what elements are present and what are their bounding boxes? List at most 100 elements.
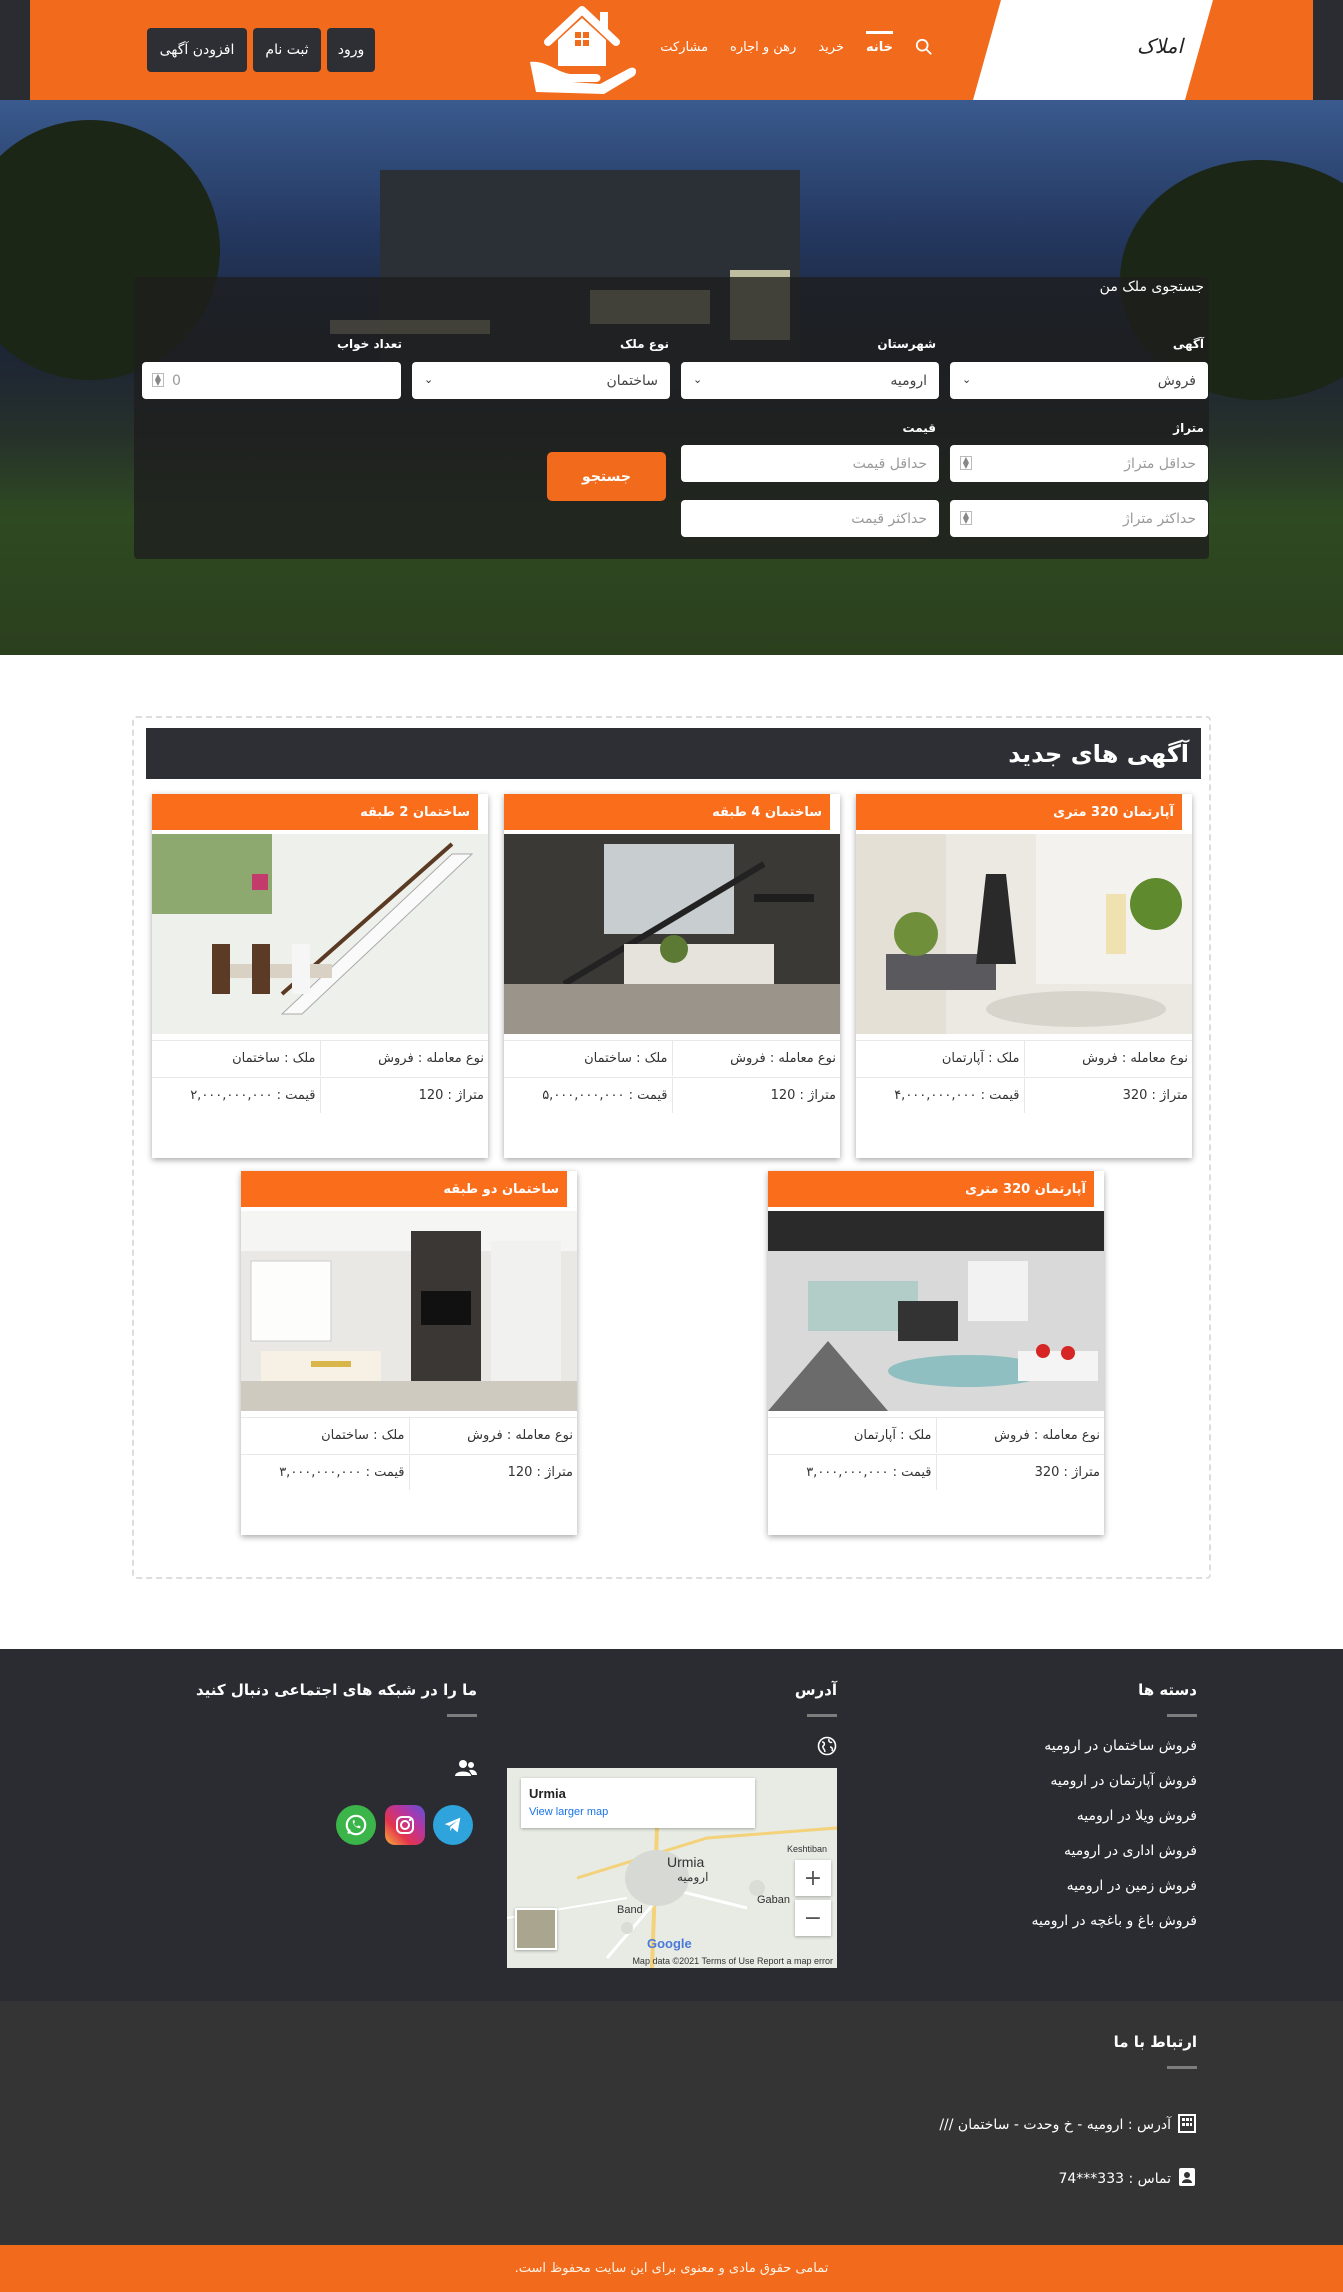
price-max-placeholder: حداکثر قیمت [851, 510, 927, 527]
listing-photo[interactable] [241, 1211, 577, 1411]
listing-photo[interactable] [768, 1211, 1104, 1411]
nav-partnership[interactable]: مشارکت [660, 40, 708, 55]
listing-title[interactable]: ساختمان 2 طبقه [152, 794, 488, 830]
satellite-toggle[interactable] [515, 1908, 557, 1950]
listing-photo[interactable] [152, 834, 488, 1034]
property-kind: ملک : آپارتمان [768, 1418, 937, 1453]
map-label-city-fa: ارومیه [677, 1870, 709, 1884]
whatsapp-icon[interactable] [336, 1805, 376, 1845]
listing-title[interactable]: آپارتمان 320 متری [768, 1171, 1104, 1207]
map-label-band: Band [617, 1904, 643, 1916]
hero-banner: جستجوی ملک من آگهی شهرستان نوع ملک تعداد… [0, 100, 1343, 655]
google-logo: Google [647, 1936, 692, 1951]
listing-photo[interactable] [504, 834, 840, 1034]
login-button[interactable]: ورود [327, 28, 375, 72]
address-text: آدرس : ارومیه - خ وحدت - ساختمان /// [939, 2117, 1171, 2133]
area: متراژ : 320 [1034, 1465, 1100, 1480]
price: قیمت : ۳,۰۰۰,۰۰۰,۰۰۰ [768, 1455, 937, 1490]
zoom-in-button[interactable]: + [795, 1860, 831, 1896]
building-icon [1177, 2113, 1197, 2137]
title-underline [807, 1714, 837, 1717]
area: متراژ : 320 [1122, 1088, 1188, 1103]
location-map[interactable]: Urmia View larger map Urmia ارومیه Band … [507, 1768, 837, 1968]
category-link[interactable]: فروش ساختمان در ارومیه [897, 1736, 1197, 1771]
map-label-gaban: Gaban [757, 1894, 791, 1906]
listing-photo[interactable] [856, 834, 1192, 1034]
price-max-input[interactable]: حداکثر قیمت [681, 500, 939, 537]
category-link[interactable]: فروش اداری در ارومیه [897, 1841, 1197, 1876]
listing-info-row: متراژ : 120 قیمت : ۲,۰۰۰,۰۰۰,۰۰۰ [152, 1077, 488, 1113]
contact-title: ارتباط با ما [1113, 2033, 1197, 2051]
area-label: متراژ [1173, 421, 1204, 435]
city-label: شهرستان [877, 337, 936, 351]
stepper-icon[interactable]: ▲ ▼ [960, 511, 972, 525]
listing-title[interactable]: ساختمان 4 طبقه [504, 794, 840, 830]
area: متراژ : 120 [418, 1088, 484, 1103]
add-listing-button[interactable]: افزودن آگهی [147, 28, 247, 72]
listing-info-row: نوع معامله : فروش ملک : ساختمان [241, 1417, 577, 1453]
price: قیمت : ۲,۰۰۰,۰۰۰,۰۰۰ [152, 1078, 321, 1113]
area-min-placeholder: حداقل متراژ [1124, 455, 1196, 472]
bedrooms-value: 0 [172, 372, 181, 389]
listing-info-row: نوع معامله : فروش ملک : آپارتمان [856, 1040, 1192, 1076]
category-list: فروش ساختمان در ارومیه فروش آپارتمان در … [897, 1736, 1197, 1946]
title-underline [447, 1714, 477, 1717]
instagram-icon[interactable] [385, 1805, 425, 1845]
area-min-input[interactable]: حداقل متراژ ▲ ▼ [950, 445, 1208, 482]
price: قیمت : ۳,۰۰۰,۰۰۰,۰۰۰ [241, 1455, 410, 1490]
category-link[interactable]: فروش ویلا در ارومیه [897, 1806, 1197, 1841]
listing-title[interactable]: آپارتمان 320 متری [856, 794, 1192, 830]
chevron-down-icon: ⌄ [962, 373, 972, 386]
title-underline [1167, 2066, 1197, 2069]
listing-card[interactable]: آپارتمان 320 متری نوع معامله : فروش ملک … [768, 1171, 1104, 1535]
price: قیمت : ۵,۰۰۰,۰۰۰,۰۰۰ [504, 1078, 673, 1113]
listing-info-row: نوع معامله : فروش ملک : ساختمان [152, 1040, 488, 1076]
nav-home[interactable]: خانه [865, 30, 894, 55]
header-bar: املاک خانه خرید رهن و اجاره مشارکت ورود … [30, 0, 1313, 100]
users-icon [455, 1759, 477, 1777]
deal-type: نوع معامله : فروش [378, 1051, 484, 1066]
map-label-city: Urmia [667, 1854, 705, 1870]
map-info-card: Urmia View larger map [521, 1778, 755, 1828]
ad-type-value: فروش [1157, 372, 1196, 389]
house-hand-logo-icon[interactable] [526, 2, 638, 96]
area-max-input[interactable]: حداکثر متراژ ▲ ▼ [950, 500, 1208, 537]
view-larger-map-link[interactable]: View larger map [529, 1806, 608, 1818]
city-select[interactable]: ارومیه ⌄ [681, 362, 939, 399]
listing-card[interactable]: ساختمان 2 طبقه نوع معامله : فروش ملک : س… [152, 794, 488, 1158]
listing-card[interactable]: ساختمان 4 طبقه نوع معامله : فروش ملک : س… [504, 794, 840, 1158]
bedrooms-input[interactable]: 0 ▲ ▼ [142, 362, 401, 399]
price-min-input[interactable]: حداقل قیمت [681, 445, 939, 482]
listing-card[interactable]: ساختمان دو طبقه نوع معامله : فروش ملک : … [241, 1171, 577, 1535]
stepper-icon[interactable]: ▲ ▼ [152, 373, 164, 387]
category-link[interactable]: فروش زمین در ارومیه [897, 1876, 1197, 1911]
listing-title[interactable]: ساختمان دو طبقه [241, 1171, 577, 1207]
search-icon[interactable] [915, 38, 933, 56]
listing-info-row: متراژ : 320 قیمت : ۴,۰۰۰,۰۰۰,۰۰۰ [856, 1077, 1192, 1113]
register-button[interactable]: ثبت نام [253, 28, 321, 72]
nav-rent[interactable]: رهن و اجاره [730, 40, 796, 55]
listing-info-row: نوع معامله : فروش ملک : آپارتمان [768, 1417, 1104, 1453]
footer: دسته ها فروش ساختمان در ارومیه فروش آپار… [0, 1649, 1343, 2001]
category-link[interactable]: فروش آپارتمان در ارومیه [897, 1771, 1197, 1806]
property-kind: ملک : آپارتمان [856, 1041, 1025, 1076]
phone-text: تماس : 333***74 [1058, 2171, 1171, 2187]
listings-heading: آگهی های جدید [146, 728, 1201, 779]
deal-type: نوع معامله : فروش [730, 1051, 836, 1066]
price-min-placeholder: حداقل قیمت [852, 455, 927, 472]
deal-type: نوع معامله : فروش [467, 1428, 573, 1443]
nav-buy[interactable]: خرید [818, 40, 844, 55]
stepper-icon[interactable]: ▲ ▼ [960, 456, 972, 470]
price: قیمت : ۴,۰۰۰,۰۰۰,۰۰۰ [856, 1078, 1025, 1113]
category-link[interactable]: فروش باغ و باغچه در ارومیه [897, 1911, 1197, 1946]
zoom-out-button[interactable]: − [795, 1900, 831, 1936]
area-max-placeholder: حداکثر متراژ [1122, 510, 1196, 527]
type-label: نوع ملک [619, 337, 669, 351]
telegram-icon[interactable] [433, 1805, 473, 1845]
listing-card[interactable]: آپارتمان 320 متری نوع معامله : فروش ملک … [856, 794, 1192, 1158]
brand-name[interactable]: املاک [1137, 34, 1183, 58]
search-button[interactable]: جستجو [547, 452, 666, 501]
copyright-bar: تمامی حقوق مادی و معنوی برای این سایت مح… [0, 2245, 1343, 2292]
ad-type-select[interactable]: فروش ⌄ [950, 362, 1208, 399]
property-type-select[interactable]: ساختمان ⌄ [412, 362, 670, 399]
